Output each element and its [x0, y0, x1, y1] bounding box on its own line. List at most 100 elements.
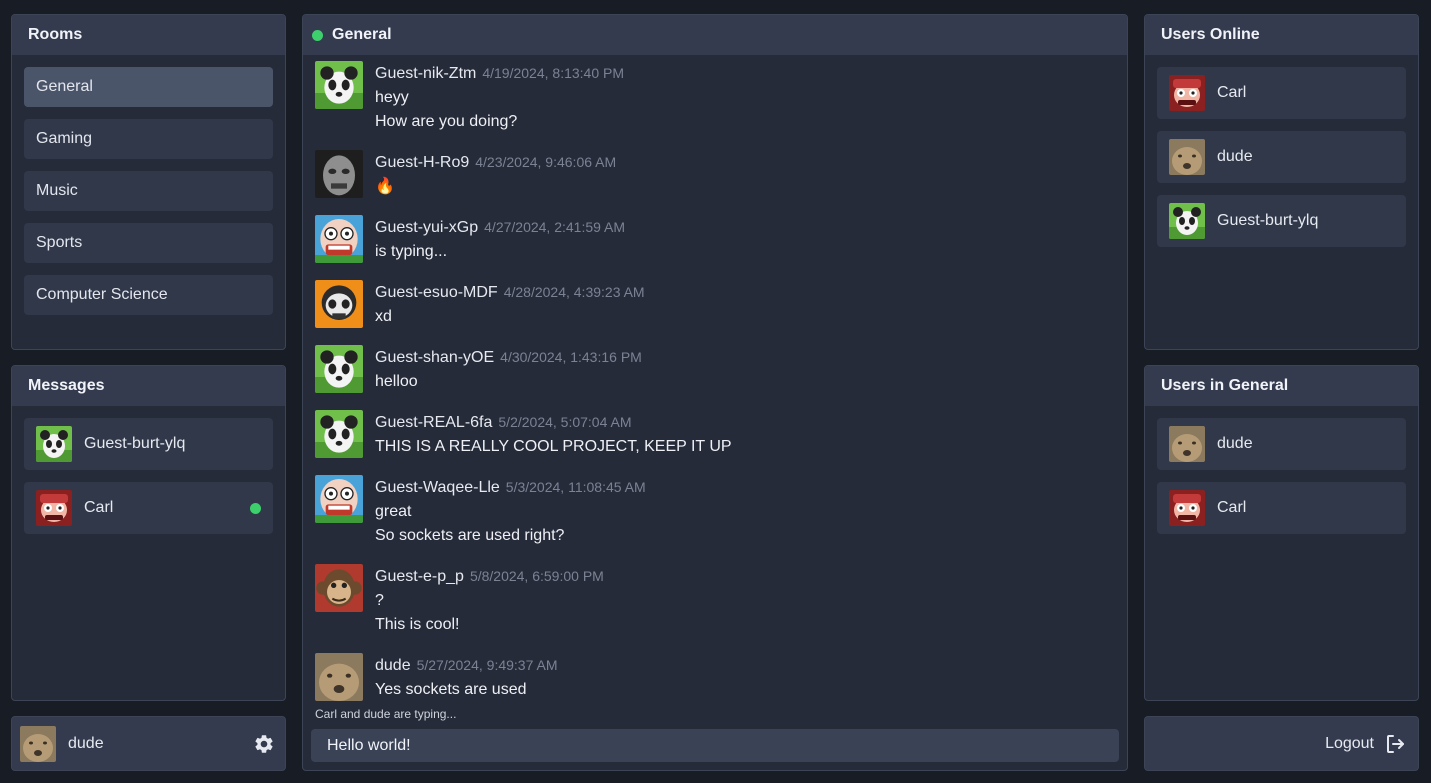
online-user-carl[interactable]: Carl — [1157, 67, 1406, 119]
user-name: dude — [1217, 435, 1253, 452]
logout-button[interactable]: Logout — [1325, 717, 1408, 770]
chat-panel: General Guest-nik-Ztm 4/19/2024, 8:13:40 … — [302, 14, 1128, 771]
room-label: Sports — [36, 234, 83, 251]
message-list: Guest-nik-Ztm 4/19/2024, 8:13:40 PM heyy Ho… — [303, 55, 1127, 702]
message-body: Guest-esuo-MDF 4/28/2024, 4:39:23 AM xd — [375, 280, 645, 329]
message-item: Guest-yui-xGp 4/27/2024, 2:41:59 AM is typ… — [315, 215, 1115, 264]
cartoon-pirate-avatar-icon — [36, 490, 72, 526]
user-name: Guest-burt-ylq — [1217, 212, 1319, 229]
message-header: Guest-Waqee-Lle 5/3/2024, 11:08:45 AM — [375, 475, 646, 500]
panda-avatar-icon — [1169, 203, 1205, 239]
logout-icon — [1387, 734, 1404, 753]
message-text: helloo — [375, 373, 418, 390]
message-body: Guest-Waqee-Lle 5/3/2024, 11:08:45 AM grea… — [375, 475, 646, 548]
panda-avatar-icon — [315, 61, 363, 109]
message-timestamp: 4/27/2024, 2:41:59 AM — [484, 219, 626, 235]
room-user-carl[interactable]: Carl — [1157, 482, 1406, 534]
cartoon-pirate-avatar-icon — [1169, 490, 1205, 526]
users-online-title: Users Online — [1145, 15, 1418, 55]
message-header: Guest-shan-yOE 4/30/2024, 1:43:16 PM — [375, 345, 642, 370]
dm-item-guest-burt-ylq[interactable]: Guest-burt-ylq — [24, 418, 273, 470]
room-user-dude[interactable]: dude — [1157, 418, 1406, 470]
chat-header: General — [303, 15, 1127, 55]
room-label: General — [36, 78, 93, 95]
message-header: Guest-nik-Ztm 4/19/2024, 8:13:40 PM — [375, 61, 624, 86]
room-list: General Gaming Music Sports Computer Science — [12, 55, 285, 315]
rooms-title: Rooms — [12, 15, 285, 55]
message-input[interactable] — [311, 729, 1119, 762]
panda-avatar-icon — [36, 426, 72, 462]
message-timestamp: 5/27/2024, 9:49:37 AM — [416, 657, 558, 673]
user-name: Guest-burt-ylq — [84, 435, 186, 452]
message-text: great — [375, 503, 412, 520]
message-text: Yes sockets are used — [375, 681, 527, 698]
message-author[interactable]: dude — [375, 657, 411, 674]
message-text: heyy — [375, 89, 409, 106]
logout-bar: Logout — [1144, 716, 1419, 771]
dog-photo-avatar-icon — [1169, 139, 1205, 175]
message-item: Guest-H-Ro9 4/23/2024, 9:46:06 AM 🔥 — [315, 150, 1115, 199]
users-online-panel: Users Online Carl dude Guest-burt-ylq — [1144, 14, 1419, 350]
room-item-gaming[interactable]: Gaming — [24, 119, 273, 159]
room-item-general[interactable]: General — [24, 67, 273, 107]
message-header: Guest-REAL-6fa 5/2/2024, 5:07:04 AM — [375, 410, 732, 435]
messages-title: Messages — [12, 366, 285, 406]
message-header: Guest-esuo-MDF 4/28/2024, 4:39:23 AM — [375, 280, 645, 305]
message-body: dude 5/27/2024, 9:49:37 AM Yes sockets are… — [375, 653, 557, 702]
message-author[interactable]: Guest-esuo-MDF — [375, 284, 498, 301]
message-body: Guest-nik-Ztm 4/19/2024, 8:13:40 PM heyy Ho… — [375, 61, 624, 134]
message-text: ? — [375, 592, 384, 609]
message-timestamp: 5/8/2024, 6:59:00 PM — [469, 568, 604, 584]
message-item: Guest-e-p_p 5/8/2024, 6:59:00 PM? This is … — [315, 564, 1115, 637]
message-author[interactable]: Guest-e-p_p — [375, 568, 464, 585]
dog-photo-avatar-icon — [315, 653, 363, 701]
room-label: Computer Science — [36, 286, 168, 303]
message-item: Guest-nik-Ztm 4/19/2024, 8:13:40 PM heyy Ho… — [315, 61, 1115, 134]
users-online-list: Carl dude Guest-burt-ylq — [1145, 55, 1418, 247]
message-text: xd — [375, 308, 392, 325]
zombie-cartoon-avatar-icon — [315, 215, 363, 263]
messages-panel: Messages Guest-burt-ylq Carl — [11, 365, 286, 701]
room-label: Gaming — [36, 130, 93, 147]
online-status-dot — [250, 503, 261, 514]
message-body: Guest-H-Ro9 4/23/2024, 9:46:06 AM 🔥 — [375, 150, 616, 199]
message-timestamp: 4/23/2024, 9:46:06 AM — [475, 154, 617, 170]
message-author[interactable]: Guest-shan-yOE — [375, 349, 494, 366]
chat-room-title: General — [332, 26, 392, 43]
online-user-guest-burt-ylq[interactable]: Guest-burt-ylq — [1157, 195, 1406, 247]
message-author[interactable]: Guest-nik-Ztm — [375, 65, 476, 82]
message-item: Guest-REAL-6fa 5/2/2024, 5:07:04 AM THIS I… — [315, 410, 1115, 459]
skull-avatar-icon — [315, 280, 363, 328]
logout-label: Logout — [1325, 734, 1374, 752]
message-author[interactable]: Guest-yui-xGp — [375, 219, 478, 236]
message-header: Guest-yui-xGp 4/27/2024, 2:41:59 AM — [375, 215, 625, 240]
message-item: Guest-esuo-MDF 4/28/2024, 4:39:23 AM xd — [315, 280, 1115, 329]
room-item-computer-science[interactable]: Computer Science — [24, 275, 273, 315]
user-name: dude — [1217, 148, 1253, 165]
message-body: Guest-yui-xGp 4/27/2024, 2:41:59 AM is typ… — [375, 215, 625, 264]
message-text: How are you doing? — [375, 113, 518, 130]
online-user-dude[interactable]: dude — [1157, 131, 1406, 183]
panda-avatar-icon — [315, 410, 363, 458]
cartoon-pirate-avatar-icon — [1169, 75, 1205, 111]
gear-icon[interactable] — [253, 733, 275, 755]
message-body: Guest-shan-yOE 4/30/2024, 1:43:16 PM hello… — [375, 345, 642, 394]
message-body: Guest-REAL-6fa 5/2/2024, 5:07:04 AM THIS I… — [375, 410, 732, 459]
dm-item-carl[interactable]: Carl — [24, 482, 273, 534]
message-body: Guest-e-p_p 5/8/2024, 6:59:00 PM? This is … — [375, 564, 604, 637]
room-status-dot — [312, 29, 323, 41]
message-author[interactable]: Guest-REAL-6fa — [375, 414, 492, 431]
message-text: THIS IS A REALLY COOL PROJECT, KEEP IT U… — [375, 438, 732, 455]
room-item-music[interactable]: Music — [24, 171, 273, 211]
users-in-room-list: dude Carl — [1145, 406, 1418, 534]
monkey-avatar-icon — [315, 564, 363, 612]
message-author[interactable]: Guest-H-Ro9 — [375, 154, 469, 171]
message-author[interactable]: Guest-Waqee-Lle — [375, 479, 500, 496]
users-in-room-title: Users in General — [1145, 366, 1418, 406]
message-item: dude 5/27/2024, 9:49:37 AM Yes sockets are… — [315, 653, 1115, 702]
room-item-sports[interactable]: Sports — [24, 223, 273, 263]
message-header: dude 5/27/2024, 9:49:37 AM — [375, 653, 557, 678]
message-timestamp: 4/28/2024, 4:39:23 AM — [503, 284, 645, 300]
message-timestamp: 5/2/2024, 5:07:04 AM — [498, 414, 632, 430]
message-text: This is cool! — [375, 616, 460, 633]
